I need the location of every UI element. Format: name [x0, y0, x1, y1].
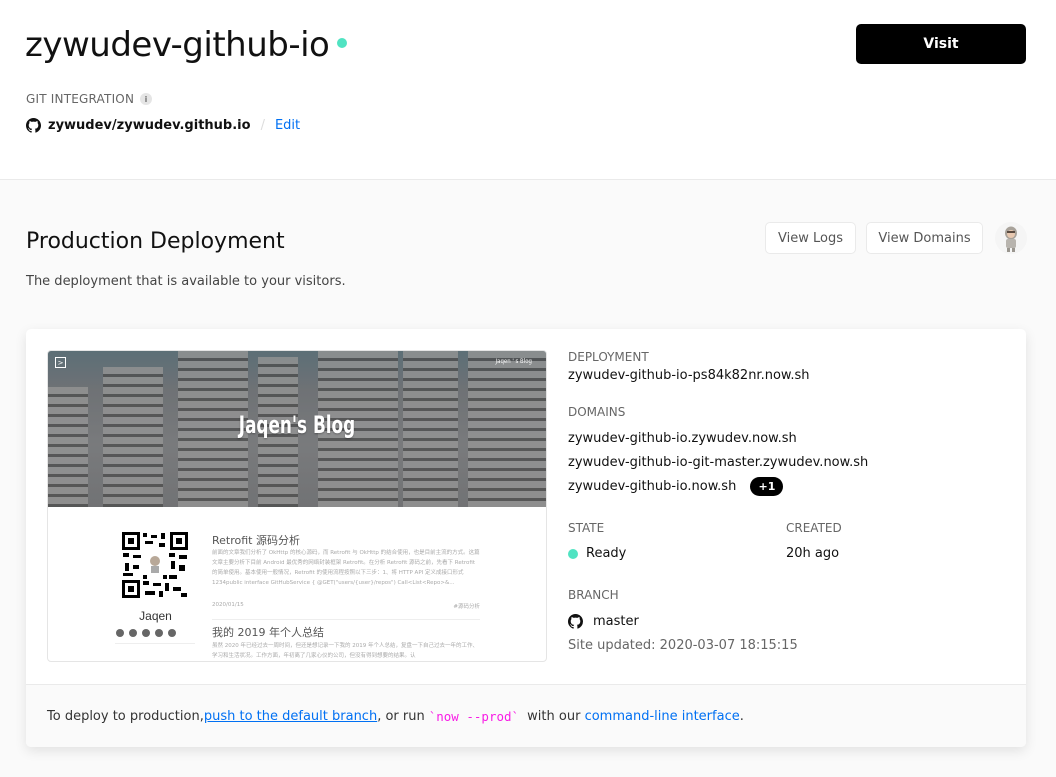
visit-button[interactable]: Visit — [856, 24, 1026, 64]
edit-git-link[interactable]: Edit — [275, 118, 300, 133]
push-default-branch-link[interactable]: push to the default branch — [204, 709, 377, 724]
cli-link[interactable]: command-line interface — [585, 709, 740, 724]
avatar-figure-icon — [995, 222, 1027, 254]
deployment-url-link[interactable]: zywudev-github-io-ps84k82nr.now.sh — [568, 368, 810, 383]
ready-status-dot — [568, 548, 578, 559]
footer-text: To deploy to production, — [47, 708, 204, 724]
domain-row: zywudev-github-io.now.sh +1 — [568, 477, 784, 496]
preview-post-excerpt: 虽然 2020 年已经过去一周时间，但还是想记录一下我的 2019 年个人总结，… — [212, 643, 478, 659]
project-title: zywudev-github-io — [25, 25, 330, 65]
git-repo-row: zywudev/zywudev.github.io / Edit — [26, 116, 300, 134]
preview-post-date: 2020/01/15 — [212, 602, 244, 608]
section-description: The deployment that is available to your… — [26, 274, 346, 289]
branch-row: master — [568, 614, 639, 629]
preview-hero: > Jaqen ' s Blog Jaqen's Blog — [48, 351, 546, 507]
cli-command-code: `now --prod` — [428, 708, 520, 724]
qr-code-icon — [121, 531, 189, 599]
commit-message: Site updated: 2020-03-07 18:15:15 — [568, 638, 798, 653]
state-value: Ready — [568, 546, 626, 561]
footer-text: . — [739, 708, 744, 724]
card-footer: To deploy to production, push to the def… — [26, 684, 1026, 747]
preview-site-name: Jaqen ' s Blog — [495, 358, 532, 365]
separator: / — [260, 117, 265, 133]
preview-post-title: 我的 2019 年个人总结 — [212, 626, 324, 639]
git-integration-label: GIT INTEGRATION i — [26, 92, 153, 106]
domain-link[interactable]: zywudev-github-io-git-master.zywudev.now… — [568, 455, 868, 470]
domain-link[interactable]: zywudev-github-io.zywudev.now.sh — [568, 431, 797, 446]
info-icon[interactable]: i — [140, 93, 153, 105]
divider — [212, 619, 480, 620]
avatar[interactable] — [995, 222, 1027, 254]
domains-label: DOMAINS — [568, 405, 626, 419]
repo-link[interactable]: zywudev/zywudev.github.io — [48, 118, 251, 133]
wechat-icon — [142, 629, 150, 637]
branch-label: BRANCH — [568, 588, 619, 602]
deployment-label: DEPLOYMENT — [568, 350, 649, 364]
rss-icon — [168, 629, 176, 637]
divider — [115, 643, 195, 644]
created-value: 20h ago — [786, 546, 840, 561]
view-logs-button[interactable]: View Logs — [765, 222, 856, 254]
preview-post-title: Retrofit 源码分析 — [212, 534, 300, 547]
github-icon — [26, 117, 41, 133]
domain-link[interactable]: zywudev-github-io.now.sh — [568, 479, 736, 494]
branch-link[interactable]: master — [593, 614, 639, 629]
preview-author-name: Jaqen — [139, 609, 172, 623]
state-text: Ready — [586, 546, 627, 561]
preview-post-meta: 2020/01/15 #源码分析 — [212, 602, 480, 610]
state-label: STATE — [568, 521, 605, 535]
github-icon — [568, 614, 583, 629]
preview-post-excerpt: 前面的文章我们分析了 OkHttp 的核心源码，而 Retrofit 与 OkH… — [212, 550, 480, 586]
section-title: Production Deployment — [26, 229, 285, 254]
mail-icon — [116, 629, 124, 637]
project-header: zywudev-github-io Visit GIT INTEGRATION … — [0, 0, 1056, 180]
github-icon — [129, 629, 137, 637]
preview-social-icons — [116, 629, 176, 637]
more-domains-badge[interactable]: +1 — [750, 477, 784, 496]
menu-toggle-icon: > — [55, 357, 66, 368]
created-label: CREATED — [786, 521, 842, 535]
view-domains-button[interactable]: View Domains — [866, 222, 983, 254]
git-integration-text: GIT INTEGRATION — [26, 92, 135, 106]
footer-text: with our — [523, 708, 585, 724]
deployment-card: > Jaqen ' s Blog Jaqen's Blog Jaqen Retr… — [26, 329, 1026, 747]
weibo-icon — [155, 629, 163, 637]
preview-post-tag: #源码分析 — [453, 604, 480, 610]
project-status-dot — [337, 38, 347, 48]
deployment-preview[interactable]: > Jaqen ' s Blog Jaqen's Blog Jaqen Retr… — [47, 350, 547, 662]
footer-text: , or run — [377, 708, 425, 724]
preview-hero-title: Jaqen's Blog — [238, 411, 356, 439]
